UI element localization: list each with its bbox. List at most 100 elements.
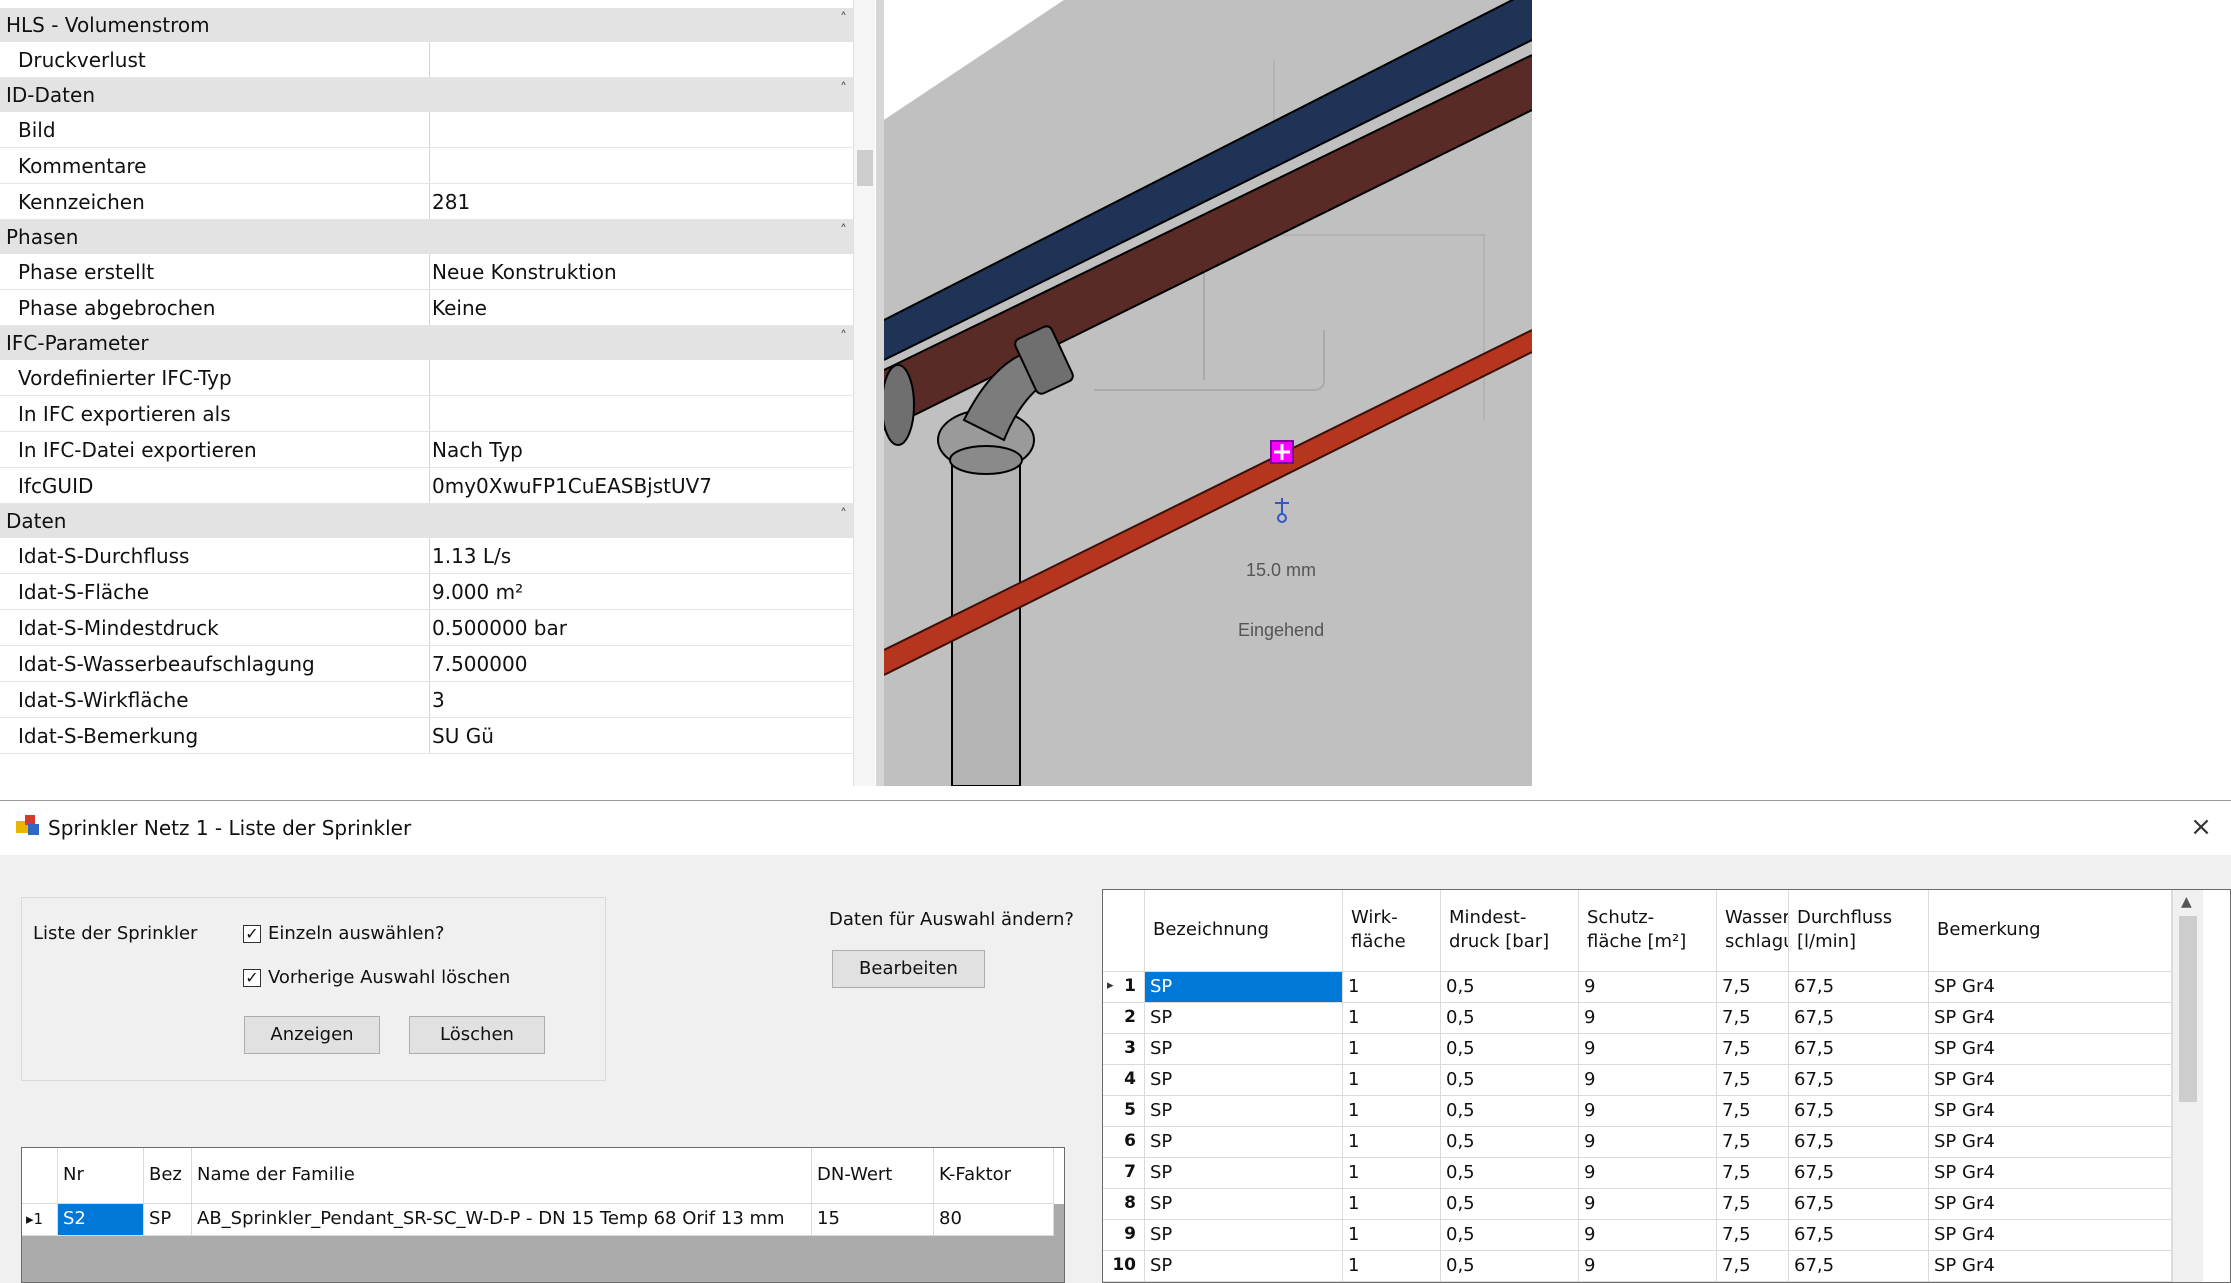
sprinkler-cell-bem[interactable]: SP Gr4 [1929, 1003, 2172, 1034]
sprinkler-cell-schutz[interactable]: 9 [1579, 1158, 1717, 1189]
sprinkler-cell-bez[interactable]: SP [1145, 1251, 1343, 1282]
family-cell-nr[interactable]: S2 [58, 1204, 144, 1236]
property-row[interactable]: Phase abgebrochen Keine [0, 290, 853, 326]
single-select-checkbox[interactable]: ✓ [243, 925, 261, 943]
clear-selection-label[interactable]: Vorherige Auswahl löschen [268, 967, 510, 988]
collapse-chevron-icon[interactable]: ˄ [840, 498, 847, 532]
collapse-chevron-icon[interactable]: ˄ [840, 2, 847, 36]
sprinkler-cell-durch[interactable]: 67,5 [1789, 1127, 1929, 1158]
sprinkler-cell-durch[interactable]: 67,5 [1789, 1065, 1929, 1096]
family-cell-dn[interactable]: 15 [812, 1204, 934, 1236]
sprinkler-cell-wirk[interactable]: 1 [1343, 1251, 1441, 1282]
family-cell-bez[interactable]: SP [144, 1204, 192, 1236]
property-value[interactable]: 9.000 m² [432, 574, 523, 610]
sprinkler-cell-mind[interactable]: 0,5 [1441, 1003, 1579, 1034]
sprinkler-cell-mind[interactable]: 0,5 [1441, 1158, 1579, 1189]
column-header-durchfluss[interactable]: Durchfluss [l/min] [1789, 890, 1929, 972]
sprinkler-cell-wasser[interactable]: 7,5 [1717, 1158, 1789, 1189]
sprinkler-cell-wasser[interactable]: 7,5 [1717, 1189, 1789, 1220]
sprinkler-cell-wasser[interactable]: 7,5 [1717, 1127, 1789, 1158]
sprinkler-cell-bem[interactable]: SP Gr4 [1929, 1158, 2172, 1189]
dialog-titlebar[interactable]: Sprinkler Netz 1 - Liste der Sprinkler × [0, 801, 2231, 855]
sprinkler-cell-durch[interactable]: 67,5 [1789, 1220, 1929, 1251]
sprinkler-cell-wasser[interactable]: 7,5 [1717, 1065, 1789, 1096]
property-row[interactable]: Kommentare [0, 148, 853, 184]
sprinkler-cell-wirk[interactable]: 1 [1343, 1127, 1441, 1158]
scrollbar-thumb[interactable] [857, 150, 873, 186]
sprinkler-cell-bem[interactable]: SP Gr4 [1929, 1189, 2172, 1220]
column-header-dn[interactable]: DN-Wert [812, 1148, 934, 1204]
property-row[interactable]: Idat-S-Mindestdruck 0.500000 bar [0, 610, 869, 646]
row-number[interactable]: 9 [1103, 1220, 1145, 1251]
close-button[interactable]: × [2181, 809, 2221, 845]
property-row[interactable]: Idat-S-Fläche 9.000 m² [0, 574, 869, 610]
sprinkler-cell-wirk[interactable]: 1 [1343, 1034, 1441, 1065]
sprinkler-cell-bem[interactable]: SP Gr4 [1929, 972, 2172, 1003]
collapse-chevron-icon[interactable]: ˄ [840, 320, 847, 354]
property-row[interactable]: Vordefinierter IFC-Typ [0, 360, 853, 396]
properties-scrollbar[interactable] [853, 0, 875, 786]
sprinkler-cell-bem[interactable]: SP Gr4 [1929, 1251, 2172, 1282]
sprinkler-cell-mind[interactable]: 0,5 [1441, 1096, 1579, 1127]
sprinkler-cell-bez[interactable]: SP [1145, 1127, 1343, 1158]
property-row[interactable]: Idat-S-Wasserbeaufschlagung 7.500000 [0, 646, 869, 682]
3d-viewport[interactable]: 15.0 mm Eingehend [884, 0, 1532, 786]
sprinkler-cell-wirk[interactable]: 1 [1343, 1065, 1441, 1096]
column-header-nr[interactable]: Nr [58, 1148, 144, 1204]
sprinkler-cell-schutz[interactable]: 9 [1579, 1003, 1717, 1034]
sprinkler-cell-schutz[interactable]: 9 [1579, 1127, 1717, 1158]
property-row[interactable]: IfcGUID 0my0XwuFP1CuEASBjstUV7 [0, 468, 853, 504]
row-number[interactable]: 2 [1103, 1003, 1145, 1034]
column-header-bezeichnung[interactable]: Bezeichnung [1145, 890, 1343, 972]
sprinkler-cell-bez[interactable]: SP [1145, 1065, 1343, 1096]
row-number[interactable]: 6 [1103, 1127, 1145, 1158]
property-group-header[interactable]: ID-Daten ˄ [0, 78, 853, 112]
sprinkler-cell-bez[interactable]: SP [1145, 972, 1343, 1003]
property-value[interactable]: 0.500000 bar [432, 610, 567, 646]
clear-selection-checkbox[interactable]: ✓ [243, 969, 261, 987]
family-cell-k[interactable]: 80 [934, 1204, 1054, 1236]
column-header-family-name[interactable]: Name der Familie [192, 1148, 812, 1204]
sprinkler-cell-bem[interactable]: SP Gr4 [1929, 1065, 2172, 1096]
sprinkler-cell-durch[interactable]: 67,5 [1789, 1189, 1929, 1220]
property-value[interactable]: SU Gü [432, 718, 494, 754]
sprinkler-cell-wirk[interactable]: 1 [1343, 1003, 1441, 1034]
column-header-bez[interactable]: Bez [144, 1148, 192, 1204]
property-value[interactable]: 281 [432, 184, 470, 220]
property-group-header[interactable]: IFC-Parameter ˄ [0, 326, 853, 360]
panel-splitter[interactable] [876, 0, 884, 786]
sprinkler-cell-bez[interactable]: SP [1145, 1003, 1343, 1034]
sprinkler-cell-schutz[interactable]: 9 [1579, 972, 1717, 1003]
column-header-bemerkung[interactable]: Bemerkung [1929, 890, 2172, 972]
sprinkler-cell-bem[interactable]: SP Gr4 [1929, 1096, 2172, 1127]
property-group-header[interactable]: Phasen ˄ [0, 220, 853, 254]
sprinkler-cell-schutz[interactable]: 9 [1579, 1034, 1717, 1065]
family-cell-name[interactable]: AB_Sprinkler_Pendant_SR-SC_W-D-P - DN 15… [192, 1204, 812, 1236]
sprinkler-cell-schutz[interactable]: 9 [1579, 1189, 1717, 1220]
property-group-header[interactable]: Daten ˄ [0, 504, 853, 538]
property-row[interactable]: Bild [0, 112, 853, 148]
sprinkler-cell-mind[interactable]: 0,5 [1441, 1065, 1579, 1096]
sprinkler-cell-durch[interactable]: 67,5 [1789, 1003, 1929, 1034]
sprinkler-grid-scrollbar[interactable]: ▲ [2172, 890, 2203, 1282]
sprinkler-cell-durch[interactable]: 67,5 [1789, 1158, 1929, 1189]
row-number[interactable]: 8 [1103, 1189, 1145, 1220]
row-number[interactable]: 3 [1103, 1034, 1145, 1065]
property-value[interactable]: 1.13 L/s [432, 538, 511, 574]
column-header-schutzflaeche[interactable]: Schutz- fläche [m²] [1579, 890, 1717, 972]
sprinkler-cell-wirk[interactable]: 1 [1343, 1158, 1441, 1189]
delete-button[interactable]: Löschen [409, 1016, 545, 1054]
sprinkler-cell-bem[interactable]: SP Gr4 [1929, 1034, 2172, 1065]
sprinkler-cell-mind[interactable]: 0,5 [1441, 1251, 1579, 1282]
sprinkler-cell-wasser[interactable]: 7,5 [1717, 972, 1789, 1003]
sprinkler-cell-bez[interactable]: SP [1145, 1158, 1343, 1189]
property-value[interactable]: Nach Typ [432, 432, 523, 468]
sprinkler-cell-wirk[interactable]: 1 [1343, 972, 1441, 1003]
property-row[interactable]: In IFC exportieren als [0, 396, 853, 432]
sprinkler-cell-wirk[interactable]: 1 [1343, 1096, 1441, 1127]
sprinkler-cell-bez[interactable]: SP [1145, 1096, 1343, 1127]
property-row[interactable]: Idat-S-Wirkfläche 3 [0, 682, 869, 718]
row-number[interactable]: 7 [1103, 1158, 1145, 1189]
column-header-wirkflaeche[interactable]: Wirk- fläche [1343, 890, 1441, 972]
sprinkler-cell-bem[interactable]: SP Gr4 [1929, 1127, 2172, 1158]
